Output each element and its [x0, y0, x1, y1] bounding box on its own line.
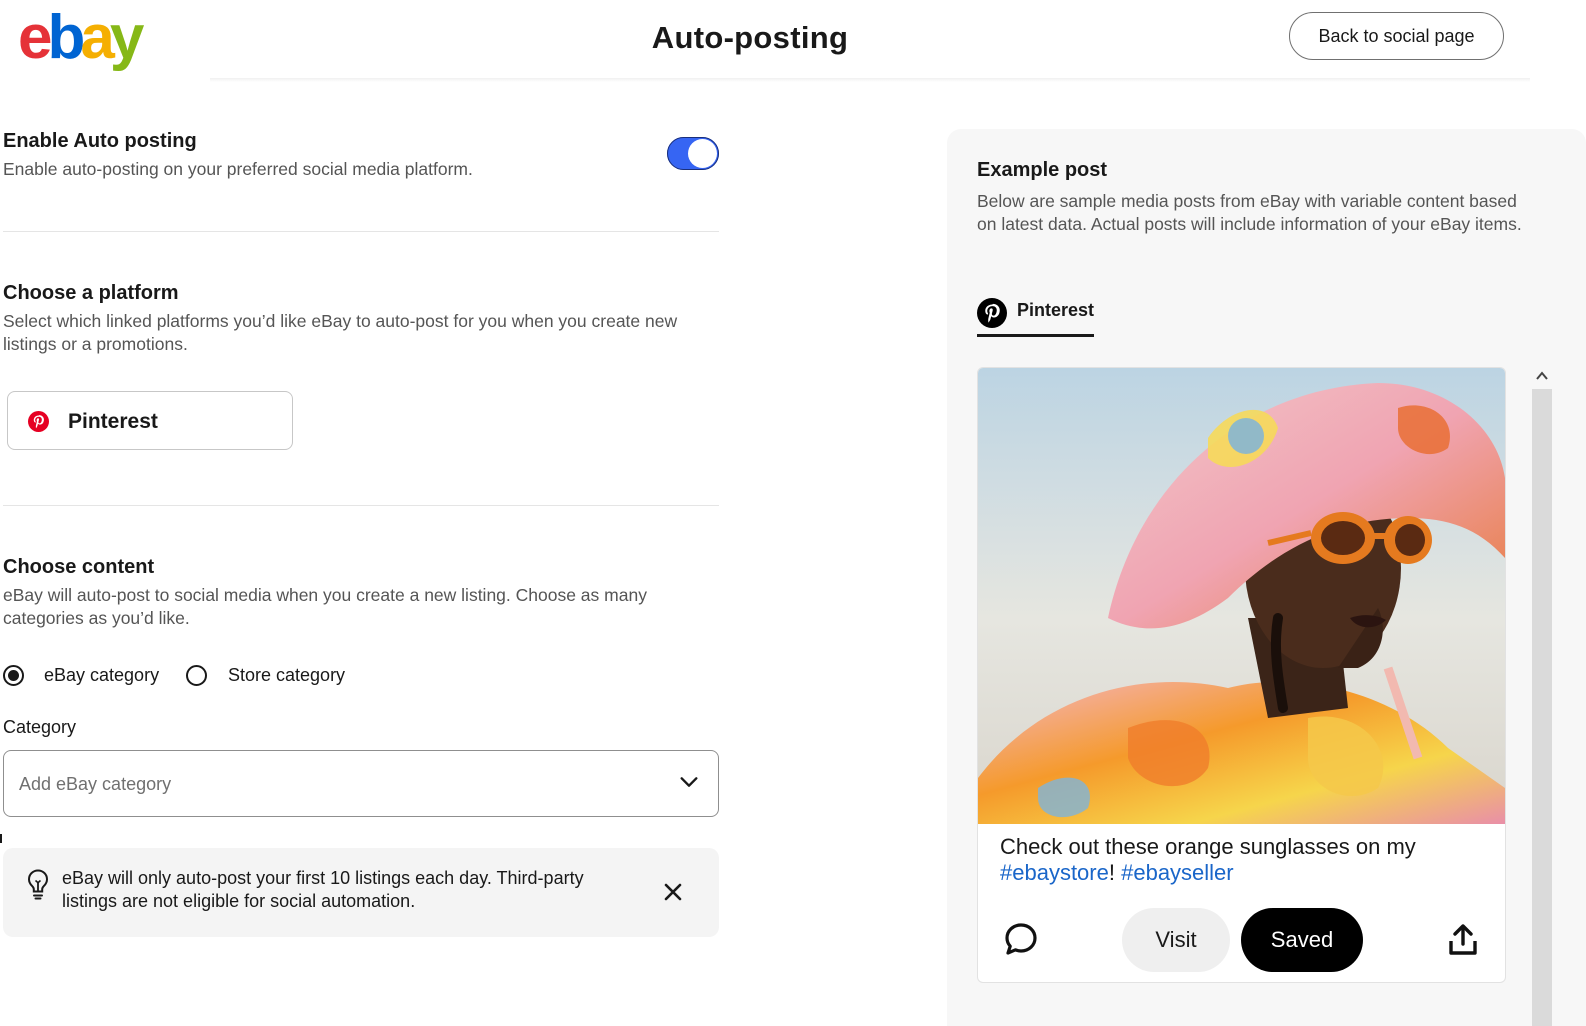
- post-caption-text: Check out these orange sunglasses on my: [1000, 834, 1416, 859]
- divider: [3, 505, 719, 506]
- pinterest-post-card: Check out these orange sunglasses on my …: [977, 367, 1506, 983]
- example-post-panel: Example post Below are sample media post…: [947, 129, 1586, 1026]
- example-post-description: Below are sample media posts from eBay w…: [977, 191, 1522, 234]
- tip-text: eBay will only auto-post your first 10 l…: [62, 868, 584, 911]
- scrollbar-thumb[interactable]: [1532, 389, 1552, 1026]
- header: ebay Auto-posting Back to social page: [0, 0, 1586, 80]
- share-icon[interactable]: [1448, 924, 1478, 956]
- header-divider: [210, 78, 1530, 82]
- example-post-title: Example post: [977, 159, 1108, 181]
- tab-active-indicator: [977, 334, 1094, 337]
- back-to-social-page-button[interactable]: Back to social page: [1289, 12, 1504, 60]
- auto-posting-toggle[interactable]: [667, 137, 719, 170]
- store-category-radio[interactable]: [186, 665, 207, 686]
- comment-icon[interactable]: [1003, 921, 1039, 957]
- chevron-down-icon: [680, 777, 698, 787]
- toggle-knob: [688, 139, 717, 168]
- divider: [3, 231, 719, 232]
- visit-button[interactable]: Visit: [1122, 908, 1230, 972]
- radio-selected-dot: [8, 670, 19, 681]
- hashtag-ebaystore[interactable]: #ebaystore: [1000, 860, 1109, 885]
- ebay-category-radio-label[interactable]: eBay category: [44, 665, 159, 686]
- pinterest-icon: [977, 298, 1007, 328]
- post-preview-scrollbar[interactable]: [1532, 367, 1552, 1026]
- choose-content-title: Choose content: [3, 556, 155, 578]
- pinterest-icon: [28, 411, 49, 432]
- category-select[interactable]: Add eBay category: [3, 750, 719, 817]
- category-select-placeholder: Add eBay category: [19, 774, 172, 794]
- post-image: [978, 368, 1505, 824]
- hashtag-ebayseller[interactable]: #ebayseller: [1121, 860, 1234, 885]
- tip-banner: eBay will only auto-post your first 10 l…: [3, 848, 719, 937]
- platform-option-label: Pinterest: [68, 410, 158, 433]
- chevron-up-icon[interactable]: [1535, 369, 1549, 383]
- tab-pinterest-label: Pinterest: [1017, 300, 1095, 320]
- choose-content-description: eBay will auto-post to social media when…: [3, 585, 647, 628]
- page-title: Auto-posting: [651, 20, 849, 55]
- ebay-category-radio[interactable]: [3, 665, 24, 686]
- lightbulb-icon: [27, 869, 49, 900]
- enable-auto-posting-title: Enable Auto posting: [3, 130, 197, 152]
- choose-platform-description: Select which linked platforms you’d like…: [3, 311, 678, 354]
- saved-button[interactable]: Saved: [1241, 908, 1363, 972]
- category-label: Category: [3, 717, 77, 737]
- enable-auto-posting-description: Enable auto-posting on your preferred so…: [3, 159, 473, 179]
- tab-pinterest[interactable]: Pinterest: [977, 295, 1094, 337]
- close-icon[interactable]: [659, 878, 687, 906]
- edge-mark: [0, 834, 2, 843]
- caption-separator: !: [1108, 860, 1115, 885]
- post-caption: Check out these orange sunglasses on my …: [1000, 834, 1480, 886]
- platform-option-pinterest[interactable]: Pinterest: [7, 391, 293, 450]
- choose-platform-title: Choose a platform: [3, 282, 179, 304]
- store-category-radio-label[interactable]: Store category: [228, 665, 345, 686]
